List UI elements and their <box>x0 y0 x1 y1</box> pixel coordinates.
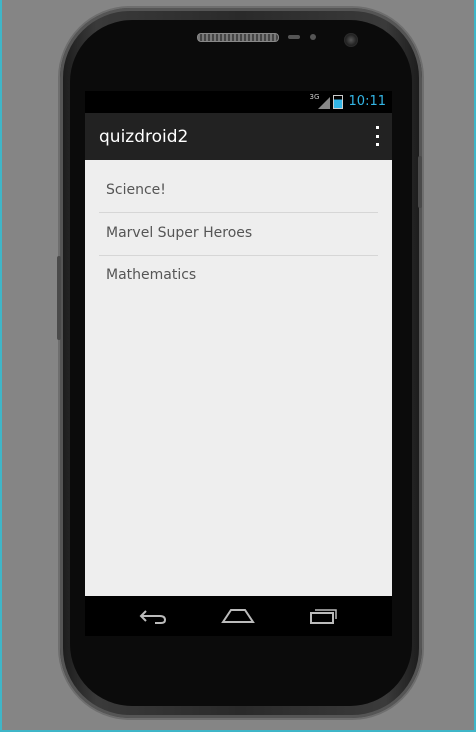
device-screen: 3G 10:11 quizdroid2 Science! Marvel Supe… <box>85 91 392 636</box>
overflow-menu-icon[interactable] <box>370 126 384 146</box>
volume-button[interactable] <box>57 256 61 340</box>
list-item-label: Mathematics <box>106 267 197 283</box>
proximity-sensor <box>288 35 300 39</box>
list-item[interactable]: Science! <box>99 170 378 213</box>
action-bar: quizdroid2 <box>85 113 392 160</box>
back-icon[interactable] <box>133 604 173 628</box>
status-time: 10:11 <box>348 94 386 109</box>
app-title: quizdroid2 <box>99 127 189 147</box>
list-item[interactable]: Mathematics <box>99 255 378 297</box>
home-icon[interactable] <box>218 604 258 628</box>
topic-list: Science! Marvel Super Heroes Mathematics <box>85 160 392 596</box>
list-item[interactable]: Marvel Super Heroes <box>99 213 378 256</box>
navigation-bar <box>85 596 392 636</box>
recents-icon[interactable] <box>303 604 343 628</box>
speaker-grille <box>197 33 279 42</box>
signal-icon: 3G <box>310 93 330 109</box>
battery-icon <box>332 94 343 109</box>
light-sensor <box>310 34 316 40</box>
power-button[interactable] <box>418 156 422 208</box>
front-camera <box>344 33 358 47</box>
list-item-label: Marvel Super Heroes <box>106 225 253 241</box>
status-bar: 3G 10:11 <box>85 91 392 113</box>
list-item-label: Science! <box>106 182 166 198</box>
